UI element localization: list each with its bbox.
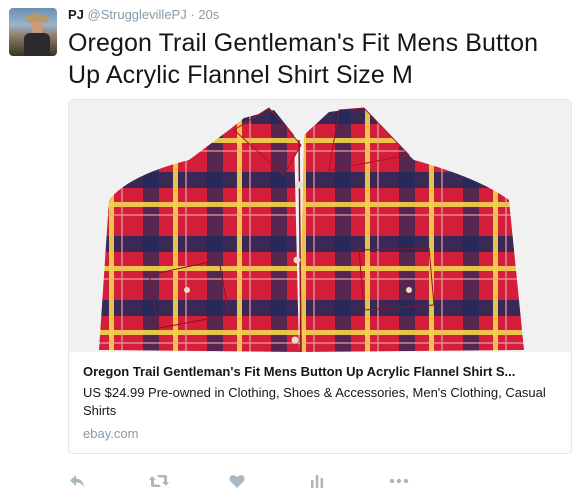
card-body: Oregon Trail Gentleman's Fit Mens Button… <box>83 363 563 442</box>
tweet-timestamp[interactable]: 20s <box>198 7 219 22</box>
tweet-actions <box>68 472 488 492</box>
more-button[interactable] <box>388 472 410 492</box>
avatar[interactable] <box>9 8 57 56</box>
author-name[interactable]: PJ <box>68 7 84 22</box>
like-button[interactable] <box>228 472 246 492</box>
analytics-icon <box>311 475 324 488</box>
author-handle[interactable]: @StrugglevillePJ <box>88 7 187 22</box>
header-separator: · <box>190 7 195 22</box>
like-icon <box>229 475 245 488</box>
card-image[interactable] <box>69 100 571 352</box>
tweet-header: PJ @StrugglevillePJ · 20s <box>68 7 219 23</box>
card-description: US $24.99 Pre-owned in Clothing, Shoes &… <box>83 385 546 418</box>
card-title[interactable]: Oregon Trail Gentleman's Fit Mens Button… <box>83 363 563 380</box>
reply-button[interactable] <box>68 472 86 492</box>
reply-icon <box>70 475 84 487</box>
avatar-body <box>24 33 50 56</box>
analytics-button[interactable] <box>308 472 326 492</box>
more-icon <box>389 478 409 484</box>
plaid-flannel-shirt-photo <box>69 100 571 352</box>
retweet-button[interactable] <box>148 472 170 492</box>
retweet-icon <box>149 475 169 487</box>
tweet-text: Oregon Trail Gentleman's Fit Mens Button… <box>68 29 539 89</box>
link-card[interactable]: Oregon Trail Gentleman's Fit Mens Button… <box>68 99 572 454</box>
card-domain: ebay.com <box>83 426 139 441</box>
